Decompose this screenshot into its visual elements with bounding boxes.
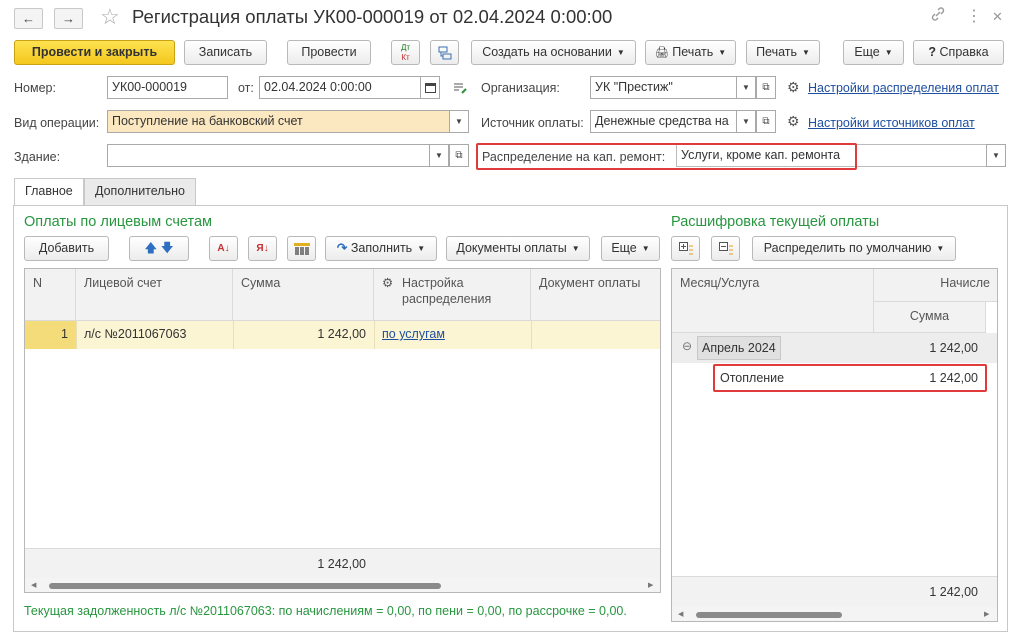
expand-all-icon[interactable] bbox=[671, 236, 700, 261]
payments-more-button[interactable]: Еще ▼ bbox=[601, 236, 660, 261]
write-button[interactable]: Записать bbox=[184, 40, 267, 65]
sort-desc-icon[interactable]: Я↓ bbox=[248, 236, 277, 261]
help-button[interactable]: ? Справка bbox=[913, 40, 1004, 65]
add-button[interactable]: Добавить bbox=[24, 236, 109, 261]
number-field[interactable]: УК00-000019 bbox=[107, 76, 228, 99]
calendar-icon[interactable] bbox=[420, 76, 440, 99]
footer-total: 1 242,00 bbox=[317, 557, 366, 571]
building-open-icon[interactable]: ⧉ bbox=[449, 144, 469, 167]
print-button[interactable]: 🖨 Печать ▼ bbox=[645, 40, 736, 65]
post-and-close-button[interactable]: Провести и закрыть bbox=[14, 40, 175, 65]
collapse-all-icon[interactable] bbox=[711, 236, 740, 261]
gear-icon: ⚙ bbox=[787, 79, 800, 95]
fill-button[interactable]: ↷ Заполнить ▼ bbox=[325, 236, 437, 261]
payment-source-field[interactable]: Денежные средства на bbox=[590, 110, 737, 133]
window-title: Регистрация оплаты УК00-000019 от 02.04.… bbox=[132, 6, 613, 27]
building-label: Здание: bbox=[14, 150, 61, 164]
table-footer: 1 242,00 bbox=[672, 576, 997, 607]
column-header-n[interactable]: N bbox=[25, 269, 76, 321]
arrow-down-icon[interactable]: 🡇 bbox=[161, 241, 174, 255]
print-menu-button[interactable]: Печать ▼ bbox=[746, 40, 820, 65]
footer-total: 1 242,00 bbox=[929, 585, 978, 599]
group-label[interactable]: Апрель 2024 bbox=[697, 336, 781, 360]
arrow-up-icon[interactable]: 🡅 bbox=[144, 241, 157, 255]
link-icon[interactable] bbox=[930, 6, 946, 26]
more-actions-button[interactable]: Еще ▼ bbox=[843, 40, 904, 65]
distribution-settings-link[interactable]: Настройки распределения оплат bbox=[808, 81, 999, 95]
row-sum[interactable]: 1 242,00 bbox=[233, 320, 374, 348]
payment-docs-button[interactable]: Документы оплаты ▼ bbox=[446, 236, 590, 261]
column-header-sum[interactable]: Сумма bbox=[233, 269, 374, 321]
date-label: от: bbox=[238, 81, 254, 95]
building-dropdown[interactable]: ▼ bbox=[429, 144, 449, 167]
source-settings-link[interactable]: Настройки источников оплат bbox=[808, 116, 975, 130]
tab-main[interactable]: Главное bbox=[14, 178, 84, 206]
structure-icon[interactable] bbox=[430, 40, 459, 65]
edit-note-icon[interactable] bbox=[452, 81, 468, 98]
column-header-accrued[interactable]: Начисле bbox=[874, 269, 997, 302]
organization-dropdown[interactable]: ▼ bbox=[736, 76, 756, 99]
breakdown-table: Месяц/Услуга Начисле Сумма ⊖ Апрель 2024… bbox=[671, 268, 998, 622]
column-header-sum[interactable]: Сумма bbox=[874, 302, 986, 333]
debt-status-text: Текущая задолженность л/с №2011067063: п… bbox=[24, 604, 627, 618]
organization-label: Организация: bbox=[481, 81, 560, 95]
column-header-month-service[interactable]: Месяц/Услуга bbox=[672, 269, 874, 333]
organization-open-icon[interactable]: ⧉ bbox=[756, 76, 776, 99]
payment-source-label: Источник оплаты: bbox=[481, 116, 584, 130]
row-distribution-link[interactable]: по услугам bbox=[374, 320, 531, 348]
move-buttons[interactable]: 🡅 🡇 bbox=[129, 236, 189, 261]
horizontal-scrollbar[interactable]: ◀ ▶ bbox=[25, 578, 660, 592]
column-header-account[interactable]: Лицевой счет bbox=[76, 269, 233, 321]
printer-icon: 🖨 bbox=[654, 47, 669, 59]
organization-field[interactable]: УК "Престиж" bbox=[590, 76, 737, 99]
operation-type-dropdown[interactable]: ▼ bbox=[449, 110, 469, 133]
dt-kt-icon[interactable]: Дт Кт bbox=[391, 40, 420, 65]
group-sum: 1 242,00 bbox=[929, 341, 978, 355]
row-account[interactable]: л/с №2011067063 bbox=[76, 320, 233, 348]
horizontal-scrollbar[interactable]: ◀ ▶ bbox=[672, 607, 997, 621]
tab-additional[interactable]: Дополнительно bbox=[84, 178, 196, 205]
forward-button[interactable]: → bbox=[54, 8, 83, 29]
row-number: 1 bbox=[61, 327, 68, 341]
gear-icon: ⚙ bbox=[382, 276, 394, 290]
create-based-on-button[interactable]: Создать на основании ▼ bbox=[471, 40, 636, 65]
highlight-box bbox=[713, 364, 987, 392]
back-button[interactable]: ← bbox=[14, 8, 43, 29]
highlight-box bbox=[476, 143, 857, 170]
payments-table: N Лицевой счет Сумма ⚙ Настройка распред… bbox=[24, 268, 661, 593]
fill-arrow-icon: ↷ bbox=[336, 241, 348, 255]
number-label: Номер: bbox=[14, 81, 56, 95]
table-footer: 1 242,00 bbox=[25, 548, 660, 578]
cap-repair-dropdown[interactable]: ▼ bbox=[986, 144, 1006, 167]
payment-source-open-icon[interactable]: ⧉ bbox=[756, 110, 776, 133]
column-header-distribution-setting[interactable]: ⚙ Настройка распределения bbox=[374, 269, 531, 321]
operation-type-label: Вид операции: bbox=[14, 116, 100, 130]
payment-source-dropdown[interactable]: ▼ bbox=[736, 110, 756, 133]
operation-type-field[interactable]: Поступление на банковский счет bbox=[107, 110, 450, 133]
payments-section-title: Оплаты по лицевым счетам bbox=[24, 214, 212, 230]
column-header-payment-doc[interactable]: Документ оплаты bbox=[531, 269, 660, 321]
gear-icon: ⚙ bbox=[787, 113, 800, 129]
more-icon[interactable]: ⋮ bbox=[966, 6, 982, 26]
breakdown-section-title: Расшифровка текущей оплаты bbox=[671, 214, 880, 230]
barcode-icon[interactable] bbox=[287, 236, 316, 261]
collapse-icon[interactable]: ⊖ bbox=[682, 339, 692, 353]
close-icon[interactable]: ✕ bbox=[992, 9, 1003, 25]
distribute-default-button[interactable]: Распределить по умолчанию ▼ bbox=[752, 236, 956, 261]
favorite-star-icon[interactable]: ☆ bbox=[100, 4, 120, 30]
sort-asc-icon[interactable]: А↓ bbox=[209, 236, 238, 261]
help-icon: ? bbox=[928, 45, 937, 59]
building-field[interactable] bbox=[107, 144, 430, 167]
post-button[interactable]: Провести bbox=[287, 40, 371, 65]
date-field[interactable]: 02.04.2024 0:00:00 bbox=[259, 76, 421, 99]
